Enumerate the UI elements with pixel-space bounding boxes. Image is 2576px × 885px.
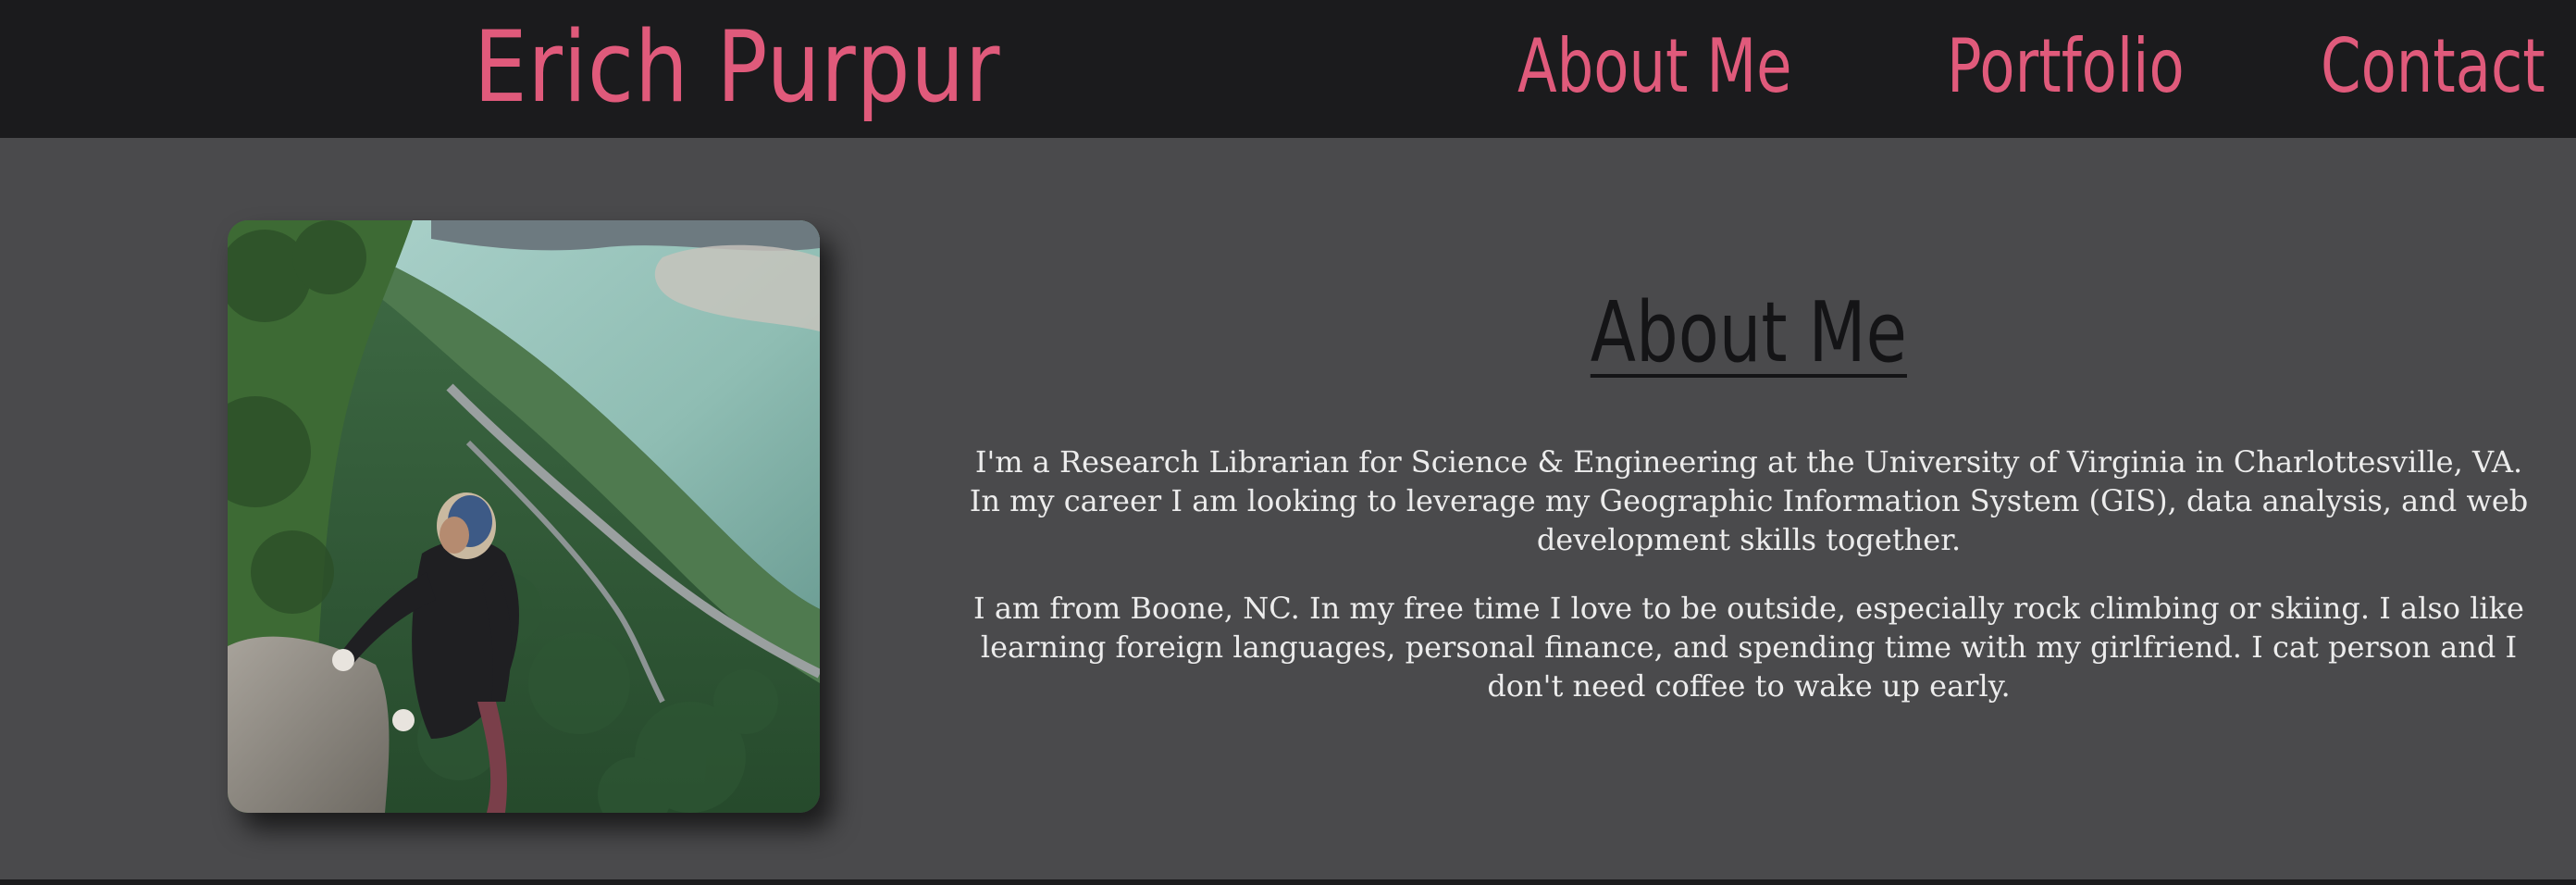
footer-bar (0, 879, 2576, 885)
nav-link-contact[interactable]: Contact (2321, 20, 2545, 113)
about-heading-text: About Me (1590, 284, 1908, 381)
about-heading: About Me (962, 278, 2535, 389)
about-paragraph-1: I'm a Research Librarian for Science & E… (969, 444, 2529, 557)
nav-link-portfolio[interactable]: Portfolio (1947, 20, 2185, 113)
profile-photo (228, 220, 820, 813)
about-paragraph-2: I am from Boone, NC. In my free time I l… (973, 591, 2524, 704)
site-brand-link[interactable]: Erich Purpur (474, 7, 1000, 128)
navbar: Erich Purpur About Me Portfolio Contact (0, 0, 2576, 138)
nav-link-about-me[interactable]: About Me (1517, 20, 1792, 113)
